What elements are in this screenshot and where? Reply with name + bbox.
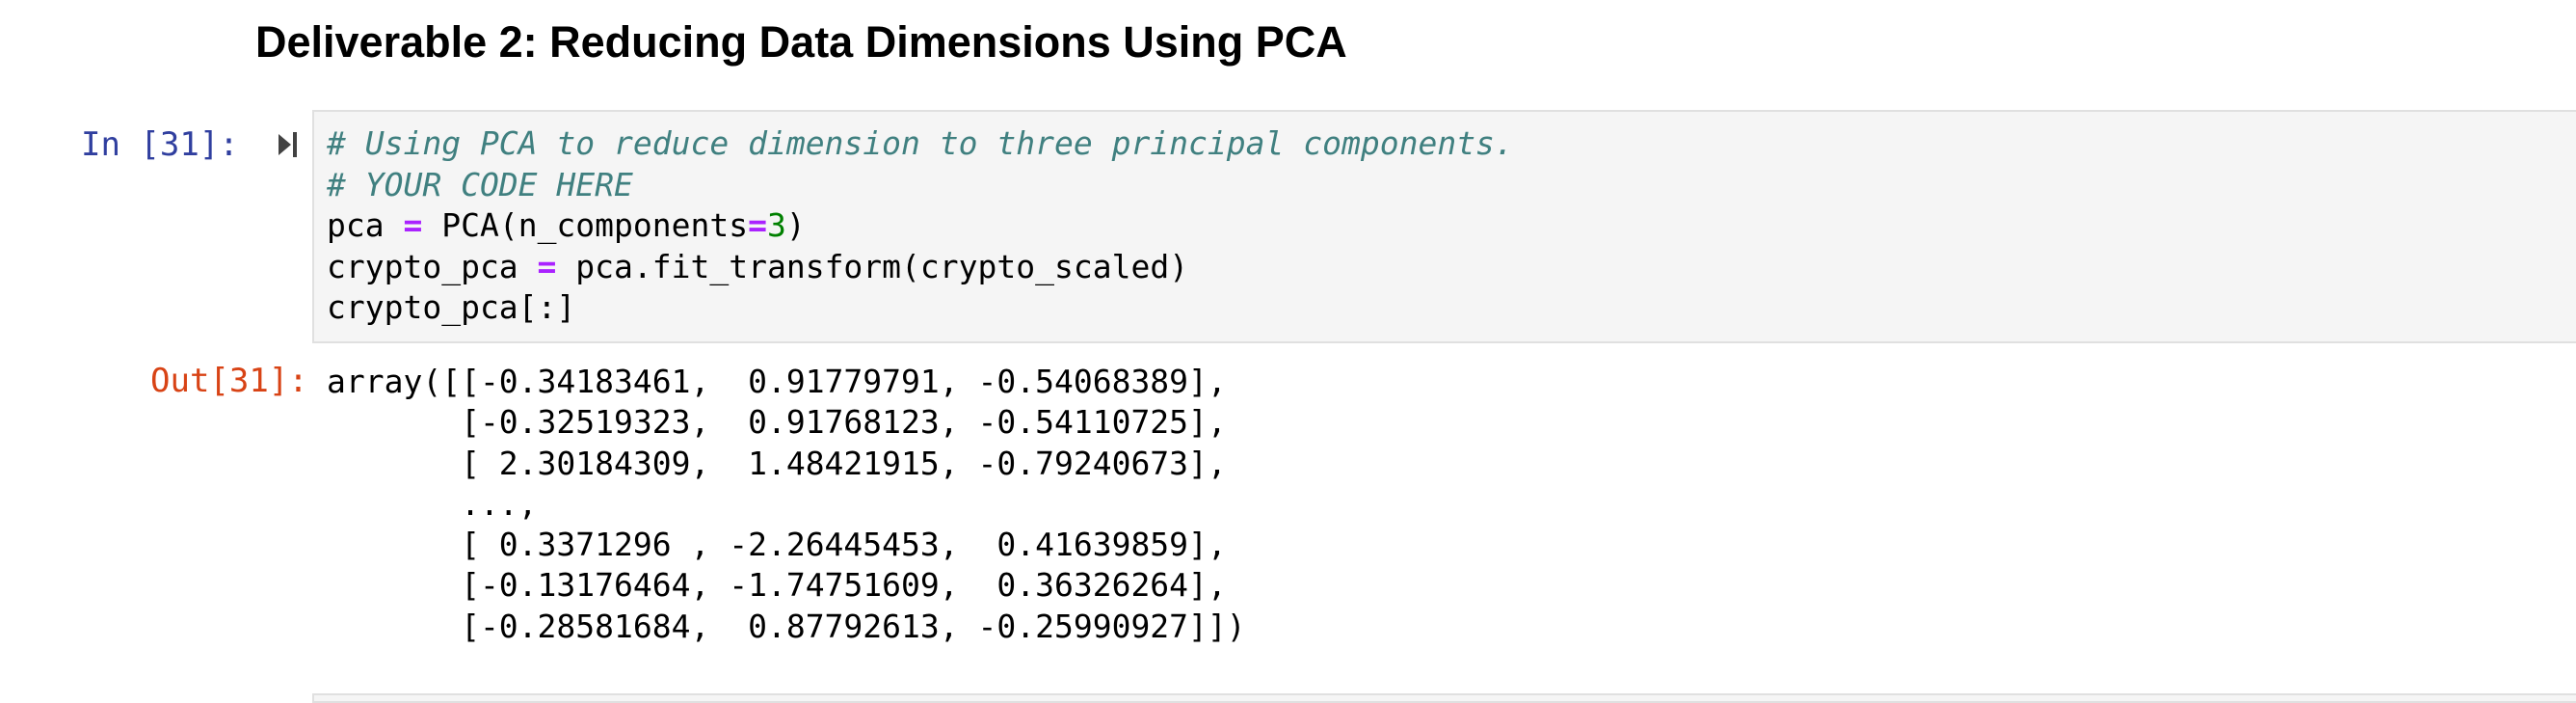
code-comment: # YOUR CODE HERE (327, 165, 633, 203)
output-line: [-0.13176464, -1.74751609, 0.36326264], (327, 566, 1227, 605)
code-line: # YOUR CODE HERE (327, 165, 1514, 206)
output-line: [-0.28581684, 0.87792613, -0.25990927]]) (327, 607, 1246, 645)
code-line: # Using PCA to reduce dimension to three… (327, 123, 1514, 165)
output-prompt: Out[31]: (150, 362, 308, 400)
input-prompt: In [31]: (81, 125, 239, 164)
code-token: ) (785, 206, 806, 244)
code-line: crypto_pca = pca.fit_transform(crypto_sc… (327, 247, 1514, 288)
code-token: crypto_pca[:] (327, 288, 576, 326)
code-number: 3 (767, 206, 786, 244)
code-token: pca (327, 206, 404, 244)
code-token: pca.fit_transform(crypto_scaled) (556, 247, 1189, 285)
code-input-area[interactable]: # Using PCA to reduce dimension to three… (312, 110, 2576, 343)
cell-output: array([[-0.34183461, 0.91779791, -0.5406… (327, 362, 1246, 647)
output-line: array([[-0.34183461, 0.91779791, -0.5406… (327, 363, 1227, 400)
code-comment: # Using PCA to reduce dimension to three… (327, 124, 1514, 162)
code-token: PCA(n_components (422, 206, 749, 244)
markdown-heading: Deliverable 2: Reducing Data Dimensions … (255, 17, 1347, 67)
run-cell-icon[interactable] (278, 128, 299, 161)
output-line: [ 0.3371296 , -2.26445453, 0.41639859], (327, 526, 1227, 564)
output-line: [ 2.30184309, 1.48421915, -0.79240673], (327, 444, 1227, 482)
code-token: crypto_pca (327, 247, 538, 285)
code-line: pca = PCA(n_components=3) (327, 205, 1514, 247)
code-line: crypto_pca[:] (327, 287, 1514, 329)
code-operator: = (537, 247, 557, 285)
code-operator: = (403, 206, 423, 244)
code-operator: = (748, 206, 767, 244)
next-code-cell[interactable] (312, 693, 2576, 703)
code-editor[interactable]: # Using PCA to reduce dimension to three… (327, 123, 1514, 329)
output-line: [-0.32519323, 0.91768123, -0.54110725], (327, 403, 1227, 442)
output-line: ..., (327, 484, 538, 523)
